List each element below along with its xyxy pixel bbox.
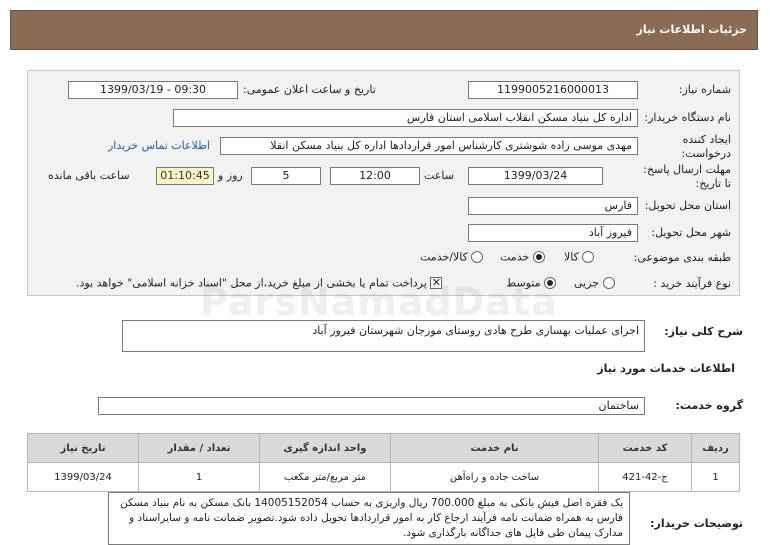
page-title: جزئیات اطلاعات نیاز — [636, 23, 748, 36]
deadline-time-field: 12:00 — [330, 167, 420, 185]
process-medium-label: متوسط — [506, 276, 541, 290]
treasury-payment-checkbox[interactable]: ✕ — [430, 277, 443, 289]
services-table: ردیف کد خدمت نام خدمت واحد اندازه گیری ت… — [27, 433, 740, 492]
remaining-time-label: ساعت باقی مانده — [48, 169, 130, 182]
deadline-time-label: ساعت — [424, 169, 454, 182]
row-service-name: ساخت جاده و راه‌آهن — [390, 462, 599, 492]
row-service-code: ج-42-421 — [598, 462, 692, 492]
need-summary-label: شرح کلی نیاز: — [664, 325, 743, 338]
process-small-label: جزیی — [574, 276, 600, 290]
col-index: ردیف — [691, 433, 740, 463]
buyer-org-label: نام دستگاه خریدار: — [644, 111, 731, 124]
announce-date-field: 1399/03/19 - 09:30 — [68, 81, 238, 99]
need-number-label: شماره نیاز: — [678, 83, 731, 96]
table-row: 1 ج-42-421 ساخت جاده و راه‌آهن متر مربع/… — [27, 462, 740, 492]
category-option-goods[interactable]: کالا — [564, 250, 595, 264]
need-summary-field: اجرای عملیات بهسازی طرح هادی روستای مورج… — [122, 320, 645, 352]
col-quantity: تعداد / مقدار — [138, 433, 260, 463]
row-unit: متر مربع/متر مکعب — [259, 462, 391, 492]
col-service-name: نام خدمت — [390, 433, 599, 463]
row-need-date: 1399/03/24 — [27, 462, 139, 492]
need-number-field: 1199005216000013 — [468, 81, 638, 99]
creator-field: مهدی موسی زاده شوشتری کارشناس امور قرارد… — [220, 137, 638, 155]
category-label: طبقه بندی موضوعی: — [633, 251, 731, 264]
announce-date-label: تاریخ و ساعت اعلان عمومی: — [243, 83, 376, 96]
col-service-code: کد خدمت — [598, 433, 692, 463]
services-section-title: اطلاعات خدمات مورد نیاز — [597, 362, 735, 375]
category-goods-label: کالا — [564, 250, 579, 264]
remaining-time-field: 01:10:45 — [156, 167, 214, 185]
process-option-medium[interactable]: متوسط — [506, 276, 557, 290]
need-details-panel: شماره نیاز: 1199005216000013 تاریخ و ساع… — [27, 70, 740, 296]
deadline-label-line1: مهلت ارسال پاسخ: — [643, 163, 731, 176]
service-group-field: ساختمان — [98, 397, 645, 415]
process-medium-radio[interactable] — [544, 277, 557, 289]
buyer-notes-field: یک فقره اصل فیش بانکی به مبلغ 700.000 ری… — [108, 492, 630, 545]
province-field: فارس — [468, 197, 638, 215]
category-service-radio[interactable] — [532, 251, 545, 263]
creator-label-line2: درخواست: — [681, 147, 731, 160]
category-option-goods-service[interactable]: کالا/خدمت — [420, 250, 484, 264]
process-option-small[interactable]: جزیی — [574, 276, 615, 290]
category-option-service[interactable]: خدمت — [500, 250, 545, 264]
creator-label-line1: ایجاد کننده — [682, 133, 731, 146]
province-label: استان محل تحویل: — [644, 199, 731, 212]
deadline-date-field: 1399/03/24 — [468, 167, 603, 185]
row-index: 1 — [691, 462, 740, 492]
days-remaining-field: 5 — [251, 167, 321, 185]
category-goods-service-label: کالا/خدمت — [420, 250, 468, 264]
deadline-label-line2: تا تاریخ: — [695, 177, 731, 190]
city-field: فیروز آباد — [468, 224, 638, 242]
buyer-contact-link[interactable]: اطلاعات تماس خریدار — [108, 139, 210, 152]
col-unit: واحد اندازه گیری — [259, 433, 391, 463]
buyer-notes-label: توضیحات خریدار: — [650, 517, 743, 530]
row-quantity: 1 — [138, 462, 260, 492]
days-label: روز و — [218, 169, 243, 182]
treasury-payment-note: پرداخت تمام یا بخشی از مبلغ خرید،از محل … — [76, 276, 427, 290]
city-label: شهر محل تحویل: — [651, 226, 731, 239]
category-goods-service-radio[interactable] — [471, 251, 484, 263]
col-need-date: تاریخ نیاز — [27, 433, 139, 463]
treasury-payment-option[interactable]: ✕ پرداخت تمام یا بخشی از مبلغ خرید،از مح… — [76, 276, 443, 290]
process-small-radio[interactable] — [602, 277, 615, 289]
category-service-label: خدمت — [500, 250, 530, 264]
buyer-org-field: اداره کل بنیاد مسکن انقلاب اسلامی استان … — [173, 109, 638, 127]
category-goods-radio[interactable] — [582, 251, 595, 263]
service-group-label: گروه خدمت: — [675, 399, 743, 412]
services-table-header: ردیف کد خدمت نام خدمت واحد اندازه گیری ت… — [27, 433, 740, 463]
page-header: جزئیات اطلاعات نیاز — [10, 10, 758, 50]
process-type-label: نوع فرآیند خرید : — [653, 277, 731, 290]
